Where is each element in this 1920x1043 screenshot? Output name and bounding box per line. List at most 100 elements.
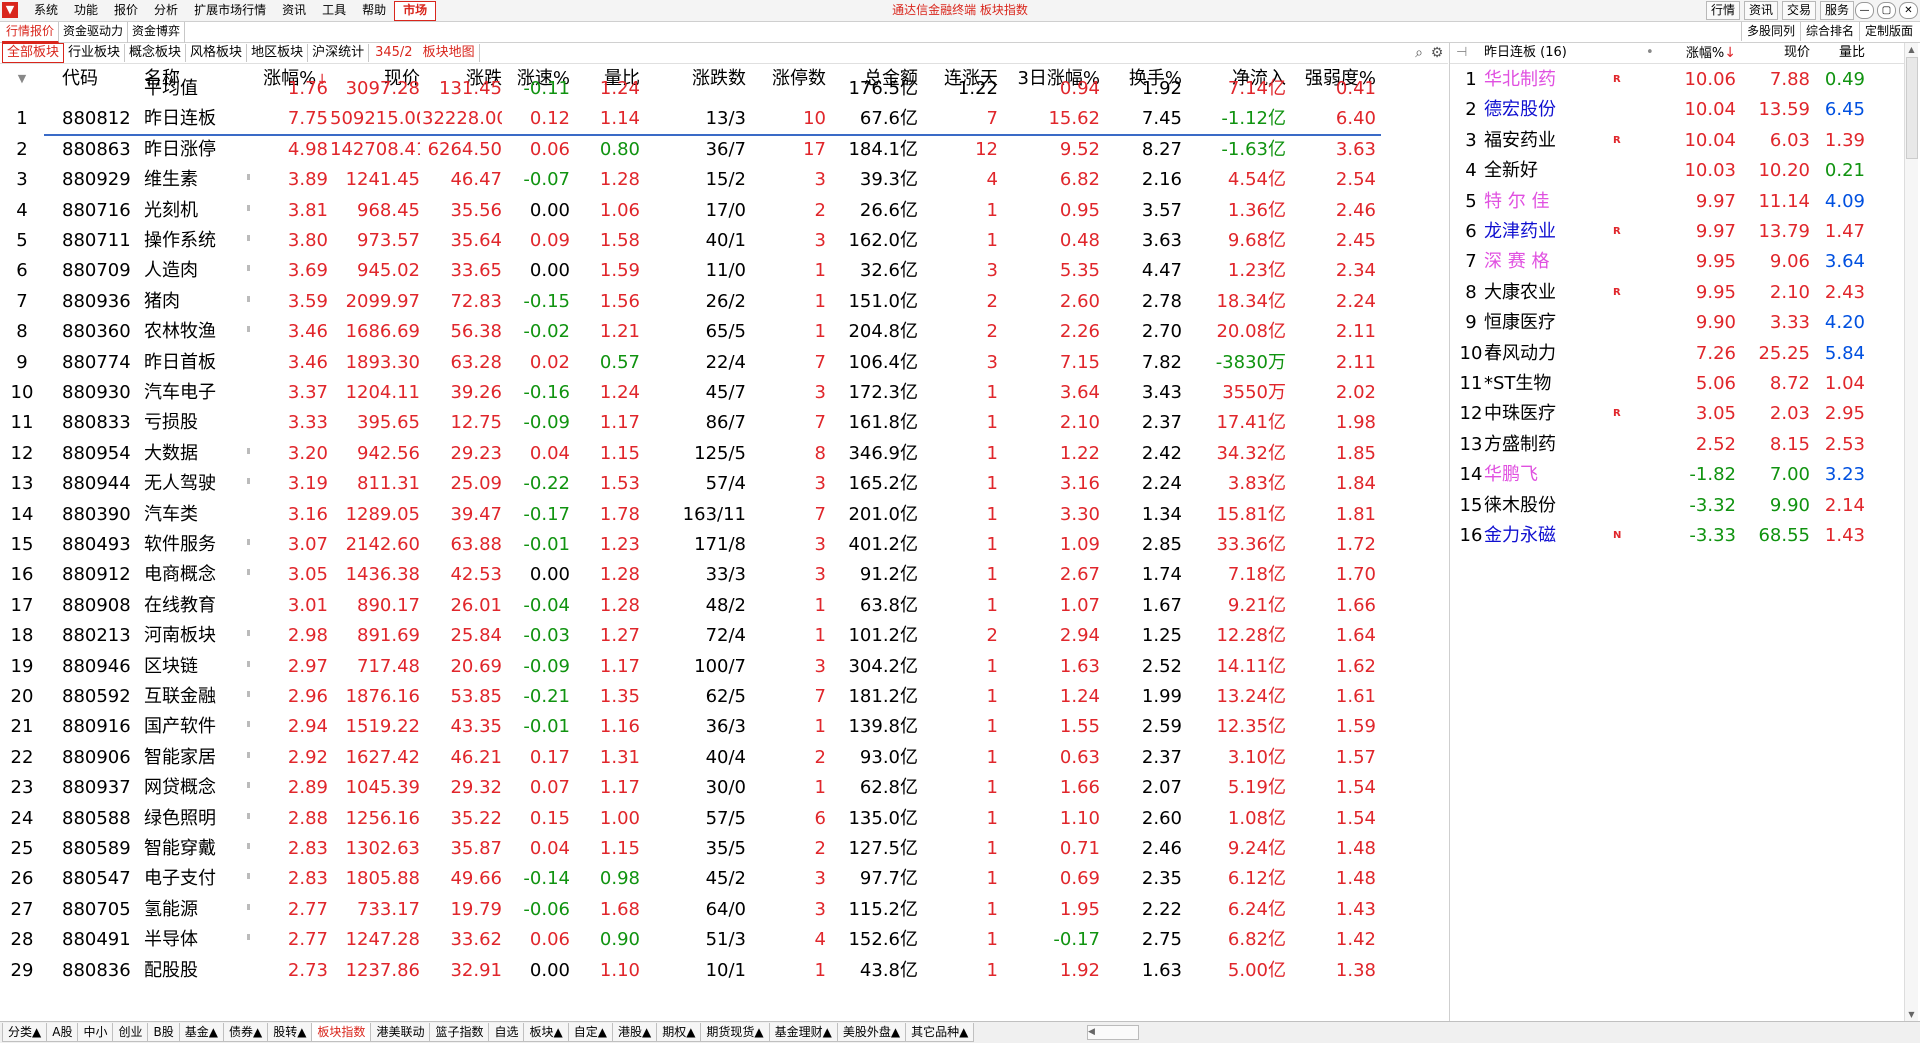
top-button[interactable]: 资讯 <box>1743 1 1778 20</box>
layout-tab[interactable]: 综合排名 <box>1799 22 1859 41</box>
sector-tab[interactable]: 概念板块 <box>125 44 187 62</box>
market-tab[interactable]: 美股外盘▲ <box>836 1023 907 1042</box>
view-tab[interactable]: 行情报价 <box>2 22 60 43</box>
constituent-row[interactable]: 7 深 赛 格 9.95 9.06 3.64 <box>1450 247 1906 277</box>
market-tab[interactable]: 篮子指数 <box>429 1023 490 1042</box>
constituent-row[interactable]: 15 徕木股份 -3.32 9.90 2.14 <box>1450 491 1906 521</box>
table-row[interactable]: 27 880705 氢能源 2.77 733.17 19.79 -0.06 1.68 64/0 3… <box>0 895 1448 925</box>
market-tab[interactable]: 分类▲ <box>2 1023 48 1042</box>
constituent-row[interactable]: 11 *ST生物 5.06 8.72 1.04 <box>1450 369 1906 399</box>
market-tab[interactable]: 板块指数 <box>311 1023 372 1042</box>
search-icon[interactable]: ⌕ <box>1410 44 1428 62</box>
market-tab[interactable]: 板块▲ <box>523 1023 569 1042</box>
table-row[interactable]: 2 880863 昨日涨停 4.98 142708.41 6264.50 0.06 0.80 3… <box>0 135 1448 165</box>
market-tab[interactable]: 创业 <box>112 1023 149 1042</box>
sector-map-tab[interactable]: 板块地图 <box>419 44 480 62</box>
table-row[interactable]: 13 880944 无人驾驶 3.19 811.31 25.09 -0.22 1.53 57/4… <box>0 469 1448 499</box>
close-icon[interactable]: ✕ <box>1899 2 1918 19</box>
menu-item[interactable]: 系统 <box>26 0 66 21</box>
table-row[interactable]: 9 880774 昨日首板 3.46 1893.30 63.28 0.02 0.57 22/4 7… <box>0 348 1448 378</box>
table-row[interactable]: 6 880709 人造肉 3.69 945.02 33.65 0.00 1.59 11/0 1 32… <box>0 256 1448 286</box>
table-row[interactable]: 16 880912 电商概念 3.05 1436.38 42.53 0.00 1.28 33/3… <box>0 560 1448 590</box>
market-tab[interactable]: A股 <box>46 1023 79 1042</box>
view-tab[interactable]: 资金博弈 <box>128 22 186 43</box>
top-button[interactable]: 行情 <box>1705 1 1740 20</box>
sector-tab[interactable]: 行业板块 <box>64 44 126 62</box>
market-tab[interactable]: 股转▲ <box>267 1023 313 1042</box>
maximize-icon[interactable]: ▢ <box>1877 2 1896 19</box>
market-tab[interactable]: 自选 <box>488 1023 525 1042</box>
menu-item[interactable]: 帮助 <box>354 0 394 21</box>
top-button[interactable]: 服务 <box>1819 1 1854 20</box>
table-row[interactable]: 28 880491 半导体 2.77 1247.28 33.62 0.06 0.90 51/3 4… <box>0 925 1448 955</box>
vertical-scrollbar[interactable]: ▲ ▼ <box>1904 43 1918 1021</box>
top-button[interactable]: 交易 <box>1781 1 1816 20</box>
table-row[interactable]: 5 880711 操作系统 3.80 973.57 35.64 0.09 1.58 40/1 3 1… <box>0 226 1448 256</box>
sector-tab[interactable]: 全部板块 <box>2 43 65 63</box>
horizontal-scrollbar[interactable]: ◀ <box>1087 1025 1139 1040</box>
table-row[interactable]: 11 880833 亏损股 3.33 395.65 12.75 -0.09 1.17 86/7 7… <box>0 408 1448 438</box>
table-row[interactable]: 18 880213 河南板块 2.98 891.69 25.84 -0.03 1.27 72/4… <box>0 621 1448 651</box>
constituent-row[interactable]: 2 德宏股份 10.04 13.59 6.45 <box>1450 95 1906 125</box>
scroll-down-icon[interactable]: ▼ <box>1905 1008 1918 1021</box>
market-tab[interactable]: 港美联动 <box>370 1023 431 1042</box>
col-price[interactable]: 现价 <box>1740 43 1810 63</box>
market-tab[interactable]: 期权▲ <box>656 1023 702 1042</box>
table-row[interactable]: 20 880592 互联金融 2.96 1876.16 53.85 -0.21 1.35 62/… <box>0 682 1448 712</box>
table-row[interactable]: 19 880946 区块链 2.97 717.48 20.69 -0.09 1.17 100/7… <box>0 652 1448 682</box>
scroll-up-icon[interactable]: ▲ <box>1905 43 1918 56</box>
market-tab[interactable]: 期货现货▲ <box>700 1023 770 1042</box>
sector-tab[interactable]: 沪深统计 <box>308 44 370 62</box>
menu-item[interactable]: 资讯 <box>274 0 314 21</box>
table-row[interactable]: 24 880588 绿色照明 2.88 1256.16 35.22 0.15 1.00 57/5… <box>0 804 1448 834</box>
table-row[interactable]: 10 880930 汽车电子 3.37 1204.11 39.26 -0.16 1.24 45/… <box>0 378 1448 408</box>
table-row[interactable]: 8 880360 农林牧渔 3.46 1686.69 56.38 -0.02 1.21 65/5… <box>0 317 1448 347</box>
sector-tab[interactable]: 地区板块 <box>247 44 309 62</box>
constituent-row[interactable]: 4 全新好 10.03 10.20 0.21 <box>1450 156 1906 186</box>
sector-tab[interactable]: 风格板块 <box>186 44 248 62</box>
table-row[interactable]: 3 880929 维生素 3.89 1241.45 46.47 -0.07 1.28 15/2 3… <box>0 165 1448 195</box>
pin-icon[interactable]: ⊣ <box>1456 43 1467 63</box>
table-row[interactable]: 23 880937 网贷概念 2.89 1045.39 29.32 0.07 1.17 30/0… <box>0 773 1448 803</box>
market-tab[interactable]: 自定▲ <box>567 1023 613 1042</box>
table-row[interactable]: 12 880954 大数据 3.20 942.56 29.23 0.04 1.15 125/5 8… <box>0 439 1448 469</box>
col-vol-ratio[interactable]: 量比 <box>1810 43 1865 63</box>
table-row[interactable]: 26 880547 电子支付 2.83 1805.88 49.66 -0.14 0.98 45/… <box>0 864 1448 894</box>
menu-item[interactable]: 报价 <box>106 0 146 21</box>
col-change-pct[interactable]: 涨幅%↓ <box>1646 43 1736 64</box>
market-tab[interactable]: 港股▲ <box>611 1023 658 1042</box>
constituent-row[interactable]: 13 方盛制药 2.52 8.15 2.53 <box>1450 430 1906 460</box>
menu-item[interactable]: 市场 <box>394 1 437 21</box>
panel-title[interactable]: 昨日连板 (16) <box>1484 43 1567 63</box>
app-logo-icon[interactable]: ▼ <box>2 2 18 18</box>
gear-icon[interactable]: ⚙ <box>1428 44 1446 62</box>
menu-item[interactable]: 扩展市场行情 <box>186 0 274 21</box>
market-tab[interactable]: 基金▲ <box>178 1023 224 1042</box>
market-tab[interactable]: 基金理财▲ <box>768 1023 838 1042</box>
menu-item[interactable]: 分析 <box>146 0 186 21</box>
scroll-thumb[interactable] <box>1906 57 1918 159</box>
table-row[interactable]: 21 880916 国产软件 2.94 1519.22 43.35 -0.01 1.16 36/… <box>0 712 1448 742</box>
table-row[interactable]: 15 880493 软件服务 3.07 2142.60 63.88 -0.01 1.23 171… <box>0 530 1448 560</box>
table-row[interactable]: 4 880716 光刻机 3.81 968.45 35.56 0.00 1.06 17/0 2 26… <box>0 196 1448 226</box>
menu-item[interactable]: 工具 <box>314 0 354 21</box>
minimize-icon[interactable]: — <box>1855 2 1874 19</box>
view-tab[interactable]: 资金驱动力 <box>59 22 129 43</box>
market-tab[interactable]: 中小 <box>77 1023 114 1042</box>
constituent-row[interactable]: 9 恒康医疗 9.90 3.33 4.20 <box>1450 308 1906 338</box>
table-row[interactable]: 29 880836 配股股 2.73 1237.86 32.91 0.00 1.10 10/1 1… <box>0 956 1448 986</box>
table-row[interactable]: 1 880812 昨日连板 7.75 509215.00 32228.00 0.12 1.14… <box>0 104 1448 134</box>
layout-tab[interactable]: 多股同列 <box>1740 22 1800 41</box>
constituent-row[interactable]: 12 中珠医疗 3.05 2.03 2.95 R <box>1450 399 1906 429</box>
market-tab[interactable]: 其它品种▲ <box>905 1023 975 1042</box>
table-row[interactable]: 17 880908 在线教育 3.01 890.17 26.01 -0.04 1.28 48/2… <box>0 591 1448 621</box>
table-row[interactable]: 14 880390 汽车类 3.16 1289.05 39.47 -0.17 1.78 163/… <box>0 500 1448 530</box>
table-row[interactable]: 22 880906 智能家居 2.92 1627.42 46.21 0.17 1.31 40/4… <box>0 743 1448 773</box>
constituent-row[interactable]: 5 特 尔 佳 9.97 11.14 4.09 <box>1450 187 1906 217</box>
constituent-row[interactable]: 14 华鹏飞 -1.82 7.00 3.23 <box>1450 460 1906 490</box>
market-tab[interactable]: 债券▲ <box>222 1023 269 1042</box>
menu-item[interactable]: 功能 <box>66 0 106 21</box>
constituent-row[interactable]: 10 春风动力 7.26 25.25 5.84 <box>1450 339 1906 369</box>
table-row[interactable]: 7 880936 猪肉 3.59 2099.97 72.83 -0.15 1.56 26/2 1 1… <box>0 287 1448 317</box>
constituent-row[interactable]: 8 大康农业 9.95 2.10 2.43 R <box>1450 278 1906 308</box>
